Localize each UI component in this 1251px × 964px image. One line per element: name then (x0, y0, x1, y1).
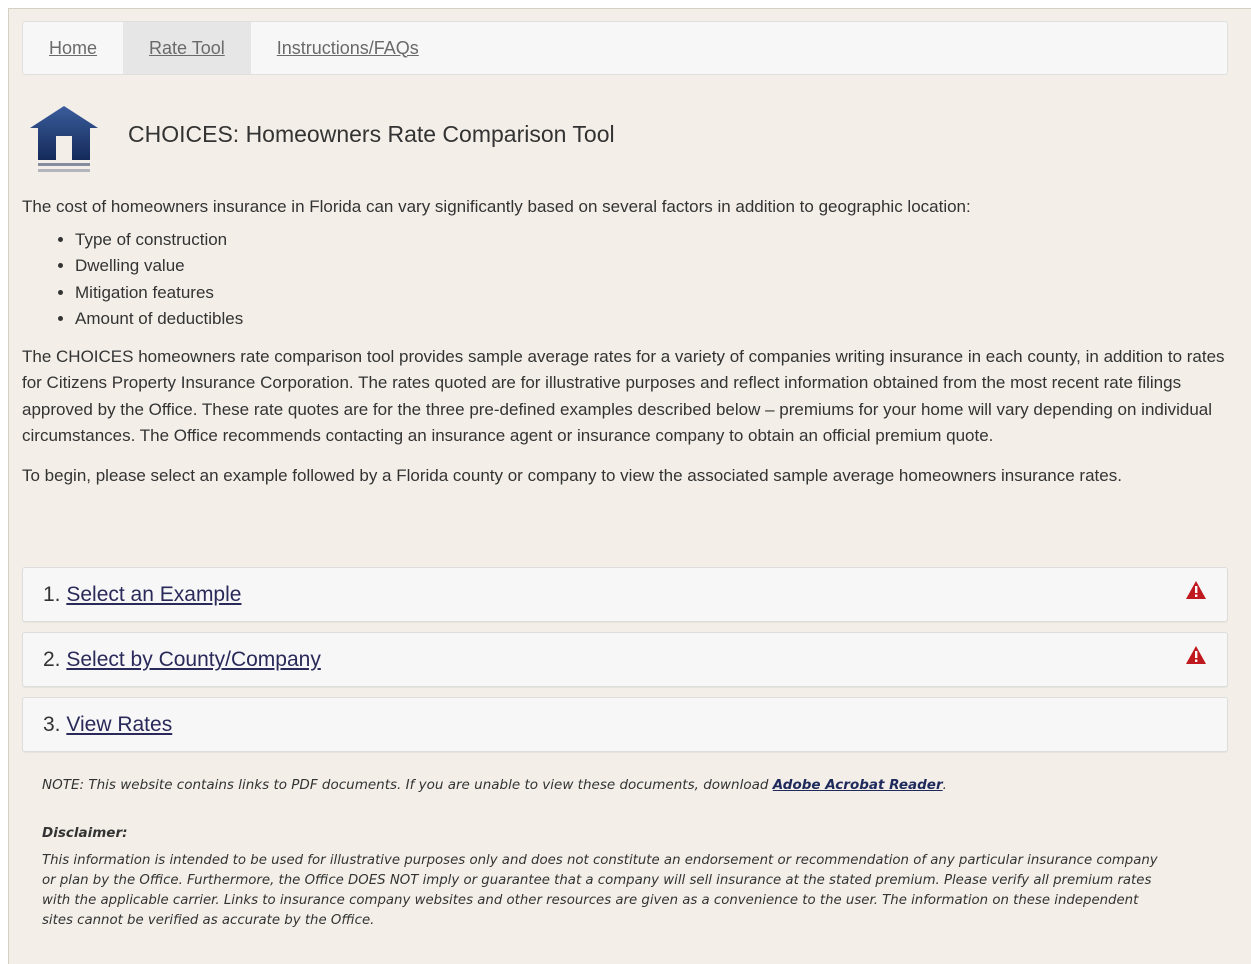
step-panel-view-rates: 3. View Rates (22, 697, 1228, 752)
intro-begin: To begin, please select an example follo… (22, 465, 1122, 485)
intro-lead: The cost of homeowners insurance in Flor… (22, 197, 971, 216)
steps-accordion: 1. Select an Example 2. Select by County… (22, 567, 1228, 762)
house-icon (30, 106, 98, 172)
nav-rate-tool[interactable]: Rate Tool (123, 22, 251, 74)
step-number: 1. (43, 583, 61, 606)
list-item: Mitigation features (75, 280, 1234, 307)
title-row: CHOICES: Homeowners Rate Comparison Tool (30, 100, 1230, 180)
nav-home[interactable]: Home (23, 22, 123, 74)
list-item: Amount of deductibles (75, 306, 1234, 333)
note-text: NOTE: This website contains links to PDF… (42, 777, 773, 793)
factors-list: Type of construction Dwelling value Miti… (22, 227, 1234, 333)
list-item: Type of construction (75, 227, 1234, 254)
step-panel-select-county-company: 2. Select by County/Company (22, 632, 1228, 687)
step-title: 3. View Rates (43, 713, 172, 737)
view-rates-link[interactable]: View Rates (66, 713, 172, 736)
step-title: 2. Select by County/Company (43, 648, 321, 672)
step-panel-select-example: 1. Select an Example (22, 567, 1228, 622)
warning-icon (1186, 581, 1206, 599)
intro-description: The CHOICES homeowners rate comparison t… (22, 346, 1225, 446)
select-county-company-link[interactable]: Select by County/Company (66, 648, 320, 671)
top-nav: Home Rate Tool Instructions/FAQs (22, 21, 1228, 75)
list-item: Dwelling value (75, 253, 1234, 280)
warning-icon (1186, 646, 1206, 664)
disclaimer-heading: Disclaimer: (42, 825, 128, 841)
intro-content: The cost of homeowners insurance in Flor… (22, 194, 1234, 502)
page-title: CHOICES: Homeowners Rate Comparison Tool (128, 121, 615, 147)
note-end: . (942, 777, 947, 793)
nav-instructions-faqs[interactable]: Instructions/FAQs (251, 22, 445, 74)
pdf-note: NOTE: This website contains links to PDF… (42, 777, 1222, 793)
adobe-reader-link[interactable]: Adobe Acrobat Reader (773, 777, 943, 793)
step-number: 3. (43, 713, 61, 736)
select-example-link[interactable]: Select an Example (66, 583, 241, 606)
step-number: 2. (43, 648, 61, 671)
step-title: 1. Select an Example (43, 583, 241, 607)
disclaimer-text: This information is intended to be used … (42, 853, 1158, 928)
